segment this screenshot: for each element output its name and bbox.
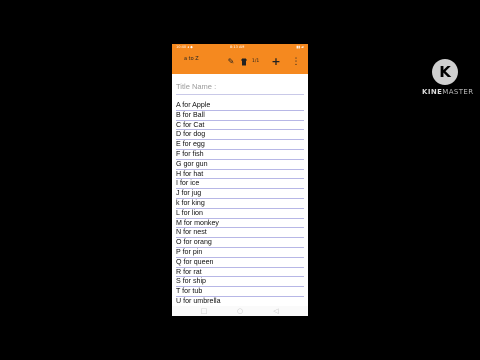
list-item[interactable]: E for egg bbox=[176, 140, 304, 150]
list-item[interactable]: I for ice bbox=[176, 179, 304, 190]
back-icon[interactable]: ◁ bbox=[272, 307, 280, 315]
plus-icon[interactable]: + bbox=[271, 56, 281, 67]
app-toolbar: a to Z ✎ 1/1 + ⋮ bbox=[172, 51, 308, 74]
page-count: 1/1 bbox=[252, 59, 260, 64]
list-item[interactable]: N for nest bbox=[176, 228, 304, 239]
note-page[interactable]: Title Name : A for Apple B for Ball C fo… bbox=[172, 74, 308, 307]
list-item[interactable]: R for rat bbox=[176, 268, 304, 278]
list-item[interactable]: J for jug bbox=[176, 189, 304, 199]
note-lines: A for Apple B for Ball C for Cat D for d… bbox=[176, 101, 304, 307]
kinemaster-watermark: K KINEMASTER bbox=[420, 58, 474, 104]
list-item[interactable]: k for king bbox=[176, 199, 304, 209]
list-item[interactable]: H for hat bbox=[176, 170, 304, 180]
status-battery: ▮▮ ▰ bbox=[296, 45, 304, 49]
android-nav-bar: □ ○ ◁ bbox=[172, 306, 308, 316]
list-item[interactable]: O for orang bbox=[176, 238, 304, 248]
kinemaster-wordmark: KINEMASTER bbox=[422, 88, 474, 96]
list-item[interactable]: S for ship bbox=[176, 277, 304, 288]
list-item[interactable]: C for Cat bbox=[176, 121, 304, 131]
list-item[interactable]: G gor gun bbox=[176, 160, 304, 170]
list-item[interactable]: A for Apple bbox=[176, 101, 304, 111]
list-item[interactable]: Q for queen bbox=[176, 258, 304, 268]
trash-icon[interactable] bbox=[239, 57, 249, 67]
recent-apps-icon[interactable]: □ bbox=[200, 307, 208, 315]
phone-screen: 10:40 ◂ ◆ 8:13 AM ▮▮ ▰ a to Z ✎ 1/1 + ⋮ … bbox=[172, 44, 308, 316]
list-item[interactable]: F for fish bbox=[176, 150, 304, 160]
status-bar: 10:40 ◂ ◆ 8:13 AM ▮▮ ▰ bbox=[172, 44, 308, 51]
list-item[interactable]: L for lion bbox=[176, 209, 304, 219]
status-time: 8:13 AM bbox=[230, 45, 245, 49]
list-item[interactable]: T for tub bbox=[176, 287, 304, 297]
brand-part-a: KINE bbox=[422, 88, 443, 96]
app-title: a to Z bbox=[184, 56, 199, 62]
list-item[interactable]: M for monkey bbox=[176, 219, 304, 229]
list-item[interactable]: D for dog bbox=[176, 130, 304, 141]
list-item[interactable]: B for Ball bbox=[176, 111, 304, 121]
kinemaster-logo-icon: K bbox=[432, 59, 458, 85]
home-icon[interactable]: ○ bbox=[236, 307, 244, 315]
pencil-icon[interactable]: ✎ bbox=[226, 57, 236, 67]
kinemaster-logo-letter: K bbox=[439, 63, 451, 81]
more-vert-icon[interactable]: ⋮ bbox=[291, 57, 301, 67]
title-underline bbox=[176, 94, 304, 95]
list-item[interactable]: P for pin bbox=[176, 248, 304, 258]
title-input[interactable]: Title Name : bbox=[176, 82, 216, 91]
status-left: 10:40 ◂ ◆ bbox=[176, 45, 193, 49]
brand-part-b: MASTER bbox=[442, 88, 474, 96]
